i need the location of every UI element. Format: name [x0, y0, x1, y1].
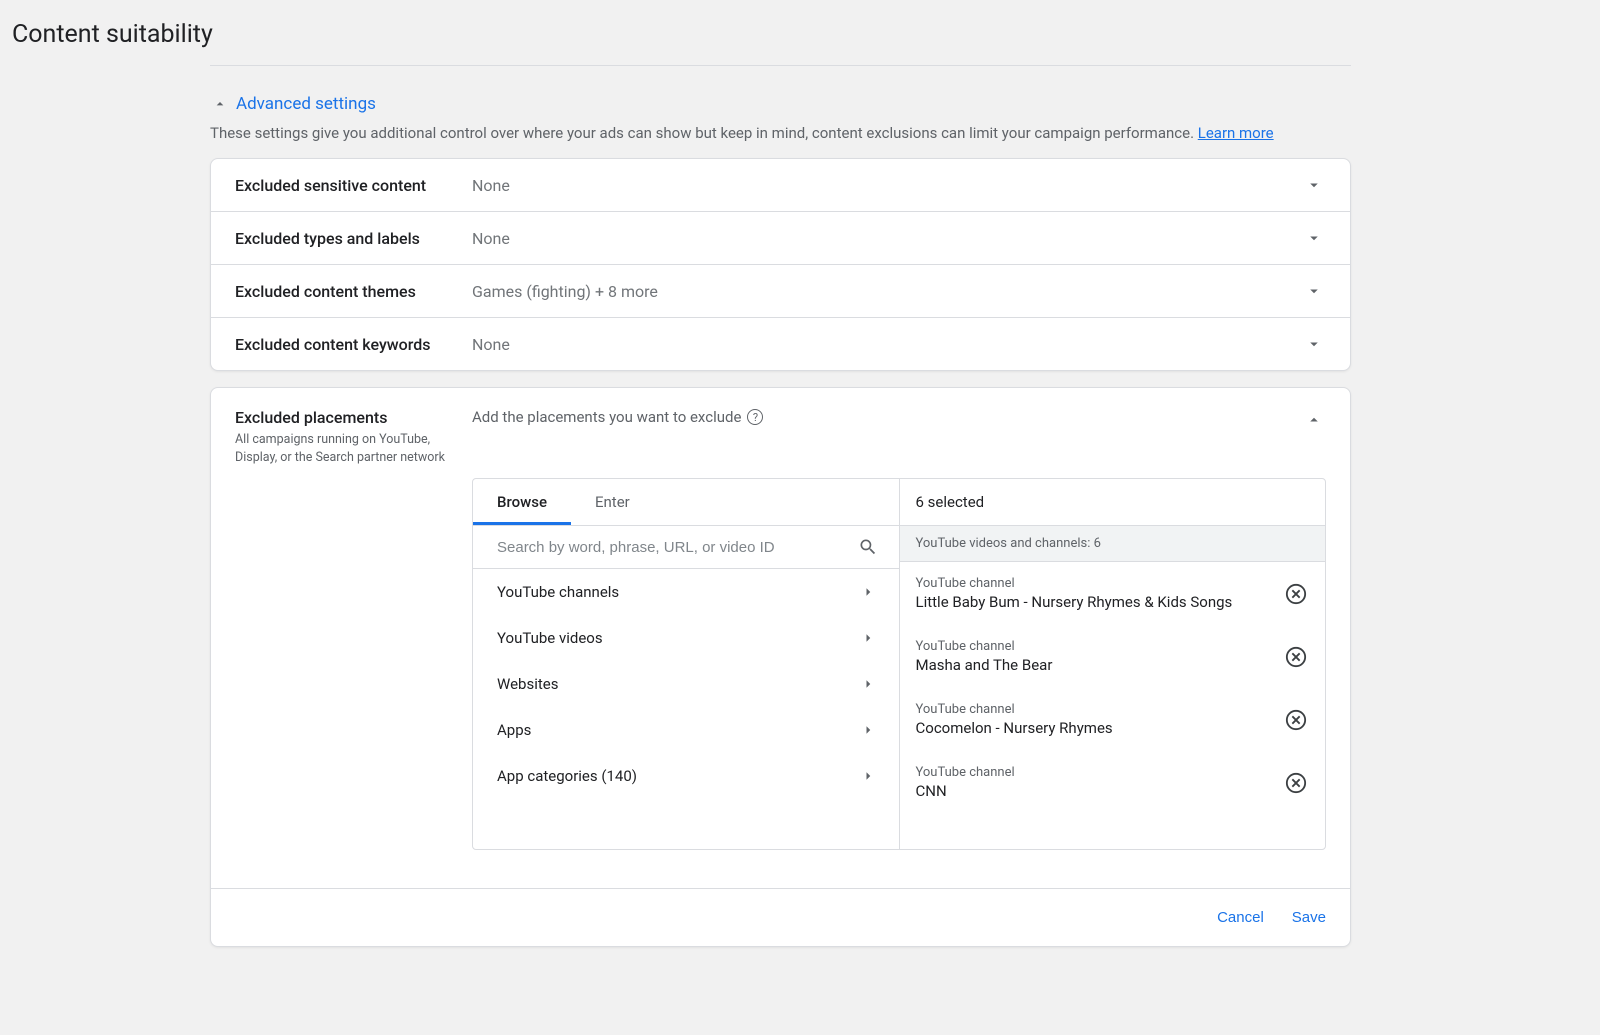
browse-item-label: YouTube videos	[497, 629, 603, 647]
selected-name: Masha and The Bear	[916, 656, 1284, 674]
chevron-up-icon[interactable]	[1302, 408, 1326, 432]
browse-item-label: App categories (140)	[497, 767, 637, 785]
browse-item-label: Websites	[497, 675, 558, 693]
advanced-desc-text: These settings give you additional contr…	[210, 124, 1198, 142]
excluded-placements-subtitle: All campaigns running on YouTube, Displa…	[235, 431, 460, 466]
chevron-right-icon	[857, 673, 879, 695]
browse-youtube-channels[interactable]: YouTube channels	[473, 569, 899, 615]
selected-name: Little Baby Bum - Nursery Rhymes & Kids …	[916, 593, 1284, 611]
placements-prompt-text: Add the placements you want to exclude	[472, 408, 741, 426]
learn-more-link[interactable]: Learn more	[1198, 124, 1274, 142]
chevron-up-icon	[210, 94, 230, 114]
selected-item: YouTube channel Little Baby Bum - Nurser…	[900, 562, 1326, 625]
browse-item-label: YouTube channels	[497, 583, 619, 601]
setting-label: Excluded types and labels	[235, 229, 472, 248]
search-icon[interactable]	[857, 536, 879, 558]
chevron-down-icon	[1302, 226, 1326, 250]
setting-value: None	[472, 176, 1302, 195]
selected-name: Cocomelon - Nursery Rhymes	[916, 719, 1284, 737]
selected-group-label: YouTube videos and channels: 6	[900, 526, 1326, 562]
chevron-right-icon	[857, 581, 879, 603]
chevron-down-icon	[1302, 332, 1326, 356]
placements-prompt: Add the placements you want to exclude ?	[472, 408, 763, 426]
browse-panel: Browse Enter YouTube channels	[473, 479, 900, 849]
browse-apps[interactable]: Apps	[473, 707, 899, 753]
chevron-right-icon	[857, 765, 879, 787]
chevron-right-icon	[857, 719, 879, 741]
selected-panel: 6 selected YouTube videos and channels: …	[900, 479, 1326, 849]
excluded-themes-row[interactable]: Excluded content themes Games (fighting)…	[211, 265, 1350, 318]
selected-list: YouTube channel Little Baby Bum - Nurser…	[900, 562, 1326, 849]
placements-tabs: Browse Enter	[473, 479, 899, 526]
selected-type: YouTube channel	[916, 639, 1284, 654]
search-row	[473, 526, 899, 569]
remove-button[interactable]	[1283, 644, 1309, 670]
selected-count: 6 selected	[900, 479, 1326, 526]
remove-button[interactable]	[1283, 581, 1309, 607]
excluded-sensitive-row[interactable]: Excluded sensitive content None	[211, 159, 1350, 212]
remove-button[interactable]	[1283, 707, 1309, 733]
selected-type: YouTube channel	[916, 576, 1284, 591]
browse-list: YouTube channels YouTube videos Websites	[473, 569, 899, 799]
chevron-right-icon	[857, 627, 879, 649]
selected-item: YouTube channel Masha and The Bear	[900, 625, 1326, 688]
advanced-settings-label: Advanced settings	[236, 94, 376, 114]
selected-type: YouTube channel	[916, 765, 1284, 780]
selected-type: YouTube channel	[916, 702, 1284, 717]
selected-item: YouTube channel CNN	[900, 751, 1326, 814]
selected-name: CNN	[916, 782, 1284, 800]
remove-button[interactable]	[1283, 770, 1309, 796]
selected-item: YouTube channel Cocomelon - Nursery Rhym…	[900, 688, 1326, 751]
setting-value: Games (fighting) + 8 more	[472, 282, 1302, 301]
browse-item-label: Apps	[497, 721, 531, 739]
browse-websites[interactable]: Websites	[473, 661, 899, 707]
browse-app-categories[interactable]: App categories (140)	[473, 753, 899, 799]
page-title: Content suitability	[0, 0, 1600, 65]
placements-search-input[interactable]	[497, 539, 857, 556]
excluded-types-row[interactable]: Excluded types and labels None	[211, 212, 1350, 265]
setting-label: Excluded sensitive content	[235, 176, 472, 195]
excluded-placements-title: Excluded placements	[235, 408, 472, 427]
browse-youtube-videos[interactable]: YouTube videos	[473, 615, 899, 661]
placements-panel: Browse Enter YouTube channels	[472, 478, 1326, 850]
save-button[interactable]: Save	[1292, 909, 1326, 926]
advanced-settings-toggle[interactable]: Advanced settings	[210, 66, 1351, 118]
help-icon[interactable]: ?	[747, 409, 763, 425]
chevron-down-icon	[1302, 173, 1326, 197]
tab-browse[interactable]: Browse	[473, 479, 571, 525]
setting-label: Excluded content themes	[235, 282, 472, 301]
excluded-keywords-row[interactable]: Excluded content keywords None	[211, 318, 1350, 370]
footer-actions: Cancel Save	[211, 888, 1350, 946]
excluded-placements-card: Excluded placements All campaigns runnin…	[210, 387, 1351, 947]
setting-label: Excluded content keywords	[235, 335, 472, 354]
tab-enter[interactable]: Enter	[571, 479, 654, 525]
exclusion-settings-group: Excluded sensitive content None Excluded…	[210, 158, 1351, 371]
setting-value: None	[472, 229, 1302, 248]
setting-value: None	[472, 335, 1302, 354]
cancel-button[interactable]: Cancel	[1217, 909, 1264, 926]
advanced-settings-description: These settings give you additional contr…	[210, 118, 1351, 158]
chevron-down-icon	[1302, 279, 1326, 303]
